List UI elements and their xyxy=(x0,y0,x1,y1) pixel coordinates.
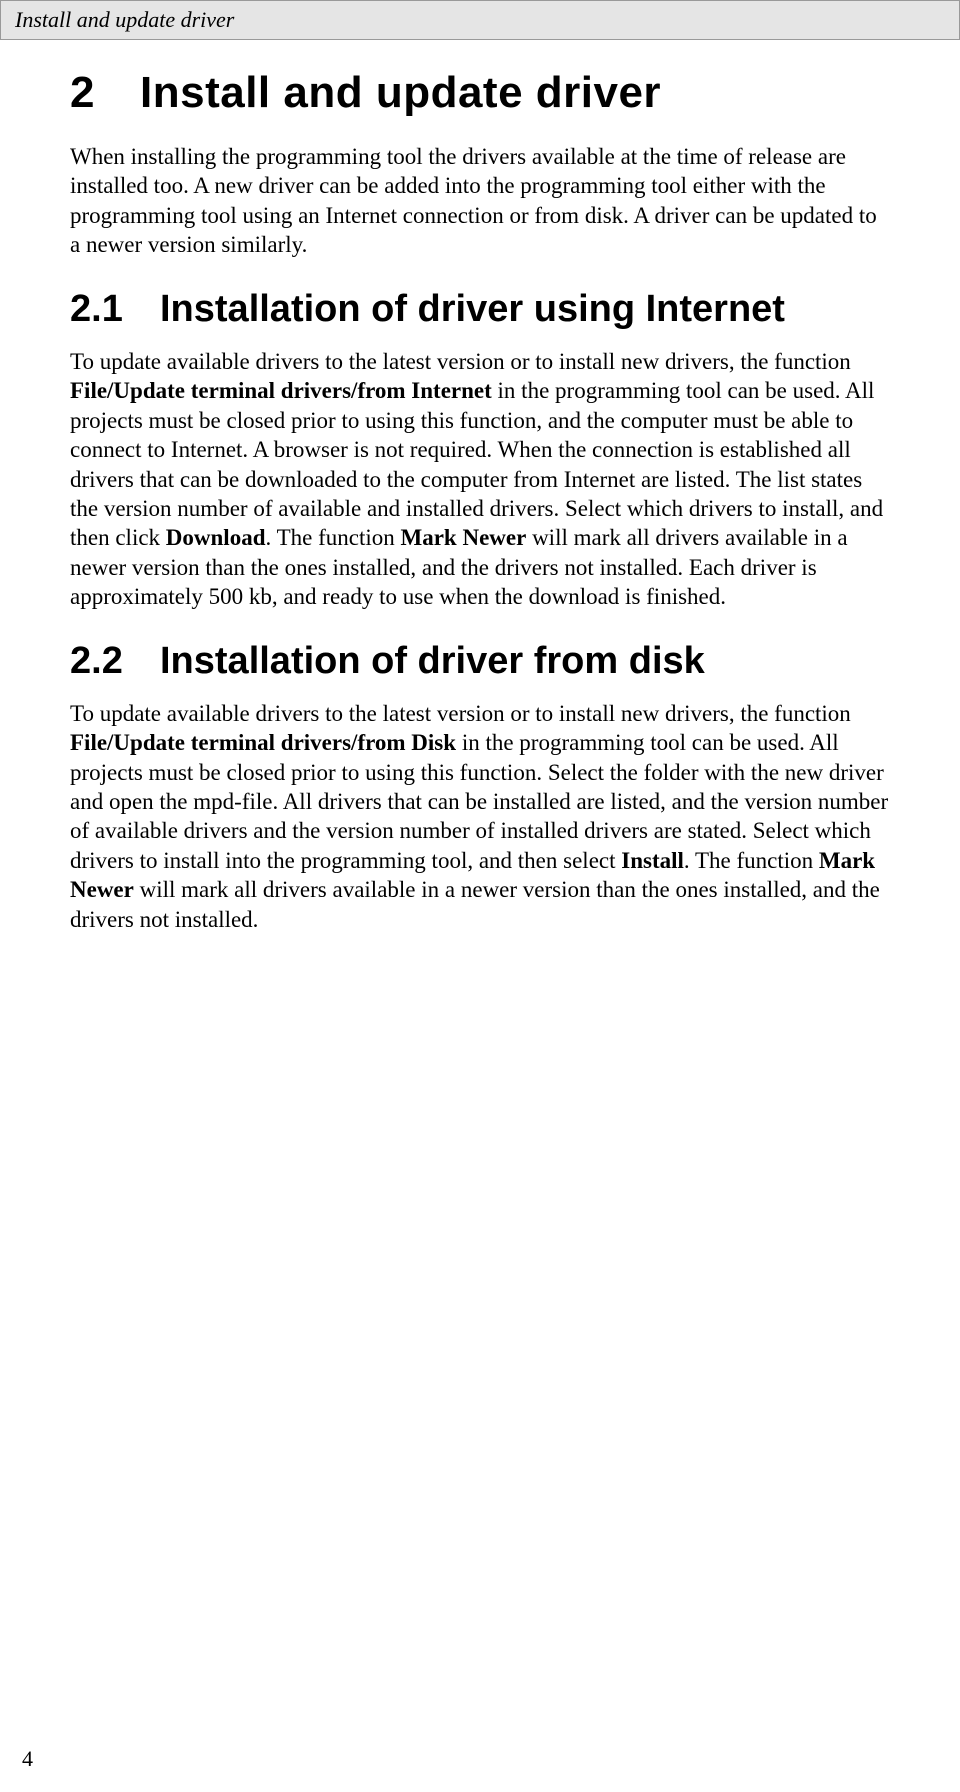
section-title-text: Installation of driver from disk xyxy=(160,640,705,683)
text-run: will mark all drivers available in a new… xyxy=(70,877,880,931)
text-run: To update available drivers to the lates… xyxy=(70,349,851,374)
chapter-number: 2 xyxy=(70,68,140,118)
section-number: 2.2 xyxy=(70,640,160,683)
running-header: Install and update driver xyxy=(0,0,960,40)
section-2-1-body: To update available drivers to the lates… xyxy=(70,347,890,612)
bold-text: Download xyxy=(166,525,266,550)
running-title: Install and update driver xyxy=(15,7,234,32)
section-title-text: Installation of driver using Internet xyxy=(160,288,785,331)
chapter-title: 2 Install and update driver xyxy=(70,68,890,118)
text-run: To update available drivers to the lates… xyxy=(70,701,851,726)
page-content: 2 Install and update driver When install… xyxy=(0,40,960,934)
bold-text: File/Update terminal drivers/from Intern… xyxy=(70,378,492,403)
bold-text: Mark Newer xyxy=(401,525,527,550)
section-2-1-title: 2.1 Installation of driver using Interne… xyxy=(70,288,890,331)
text-run: . The function xyxy=(266,525,401,550)
page-number: 4 xyxy=(22,1746,33,1772)
section-2-2-title: 2.2 Installation of driver from disk xyxy=(70,640,890,683)
bold-text: Install xyxy=(621,848,684,873)
intro-paragraph: When installing the programming tool the… xyxy=(70,142,890,260)
text-run: . The function xyxy=(684,848,819,873)
section-2-2-body: To update available drivers to the lates… xyxy=(70,699,890,935)
chapter-title-text: Install and update driver xyxy=(140,68,661,118)
section-number: 2.1 xyxy=(70,288,160,331)
bold-text: File/Update terminal drivers/from Disk xyxy=(70,730,456,755)
